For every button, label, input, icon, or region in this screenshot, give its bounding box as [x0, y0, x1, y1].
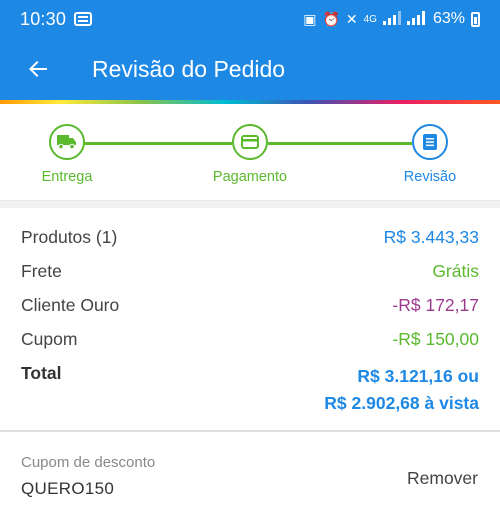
- notification-icon: [74, 12, 93, 26]
- summary-row-gold: Cliente Ouro -R$ 172,17: [21, 295, 479, 329]
- truck-icon: [57, 135, 76, 150]
- coupon-code: QUERO150: [21, 479, 115, 498]
- shipping-label: Frete: [21, 261, 62, 281]
- alarm-icon: ⏰: [322, 10, 340, 27]
- network-type: 4G: [363, 13, 377, 25]
- step-circle: [232, 124, 268, 160]
- coupon-section: Cupom de desconto QUERO150 Remover: [0, 432, 500, 517]
- arrow-left-icon: [29, 61, 47, 77]
- summary-row-products: Produtos (1) R$ 3.443,33: [21, 227, 479, 261]
- coupon-field-label: Cupom de desconto: [21, 454, 156, 471]
- shipping-value: Grátis: [432, 261, 479, 281]
- products-value: R$ 3.443,33: [383, 227, 479, 247]
- total-label: Total: [21, 363, 62, 383]
- gold-value: -R$ 172,17: [392, 295, 479, 315]
- status-time: 10:30: [20, 8, 67, 29]
- order-summary: Produtos (1) R$ 3.443,33 Frete Grátis Cl…: [0, 208, 500, 430]
- total-value: R$ 3.121,16 ou R$ 2.902,68 à vista: [324, 363, 479, 417]
- status-bar: 10:30 ▣ ⏰ ✕ 4G 63%: [0, 0, 500, 38]
- products-label: Produtos (1): [21, 227, 118, 247]
- signal-icon-2: [406, 10, 425, 28]
- step-circle: [412, 124, 448, 160]
- step-circle: [49, 124, 85, 160]
- step-label: Revisão: [403, 169, 457, 185]
- signal-icon: [382, 10, 401, 28]
- list-icon: [423, 134, 437, 150]
- total-value-cash: R$ 2.902,68 à vista: [324, 393, 479, 413]
- step-revisao[interactable]: Revisão: [370, 124, 490, 185]
- battery-icon: [471, 11, 480, 27]
- remove-coupon-button[interactable]: Remover: [407, 468, 478, 489]
- step-label: Entrega: [41, 169, 93, 185]
- checkout-stepper: Entrega Pagamento Revisão: [0, 104, 500, 200]
- mute-icon: ✕: [345, 10, 358, 27]
- coupon-label: Cupom: [21, 329, 78, 349]
- step-label: Pagamento: [212, 169, 288, 185]
- credit-card-icon: [241, 135, 259, 149]
- battery-percentage: 63%: [432, 10, 465, 27]
- step-entrega[interactable]: Entrega: [7, 124, 127, 185]
- coupon-value: -R$ 150,00: [392, 329, 479, 349]
- total-value-installments: R$ 3.121,16 ou: [357, 366, 479, 386]
- step-pagamento[interactable]: Pagamento: [190, 124, 310, 185]
- lock-icon: ▣: [303, 10, 317, 27]
- page-title: Revisão do Pedido: [92, 55, 286, 82]
- summary-row-coupon: Cupom -R$ 150,00: [21, 329, 479, 363]
- back-button[interactable]: [18, 49, 58, 89]
- summary-row-total: Total R$ 3.121,16 ou R$ 2.902,68 à vista: [21, 363, 479, 417]
- app-bar: Revisão do Pedido: [0, 38, 500, 100]
- section-divider: [0, 200, 500, 208]
- summary-row-shipping: Frete Grátis: [21, 261, 479, 295]
- gold-label: Cliente Ouro: [21, 295, 120, 315]
